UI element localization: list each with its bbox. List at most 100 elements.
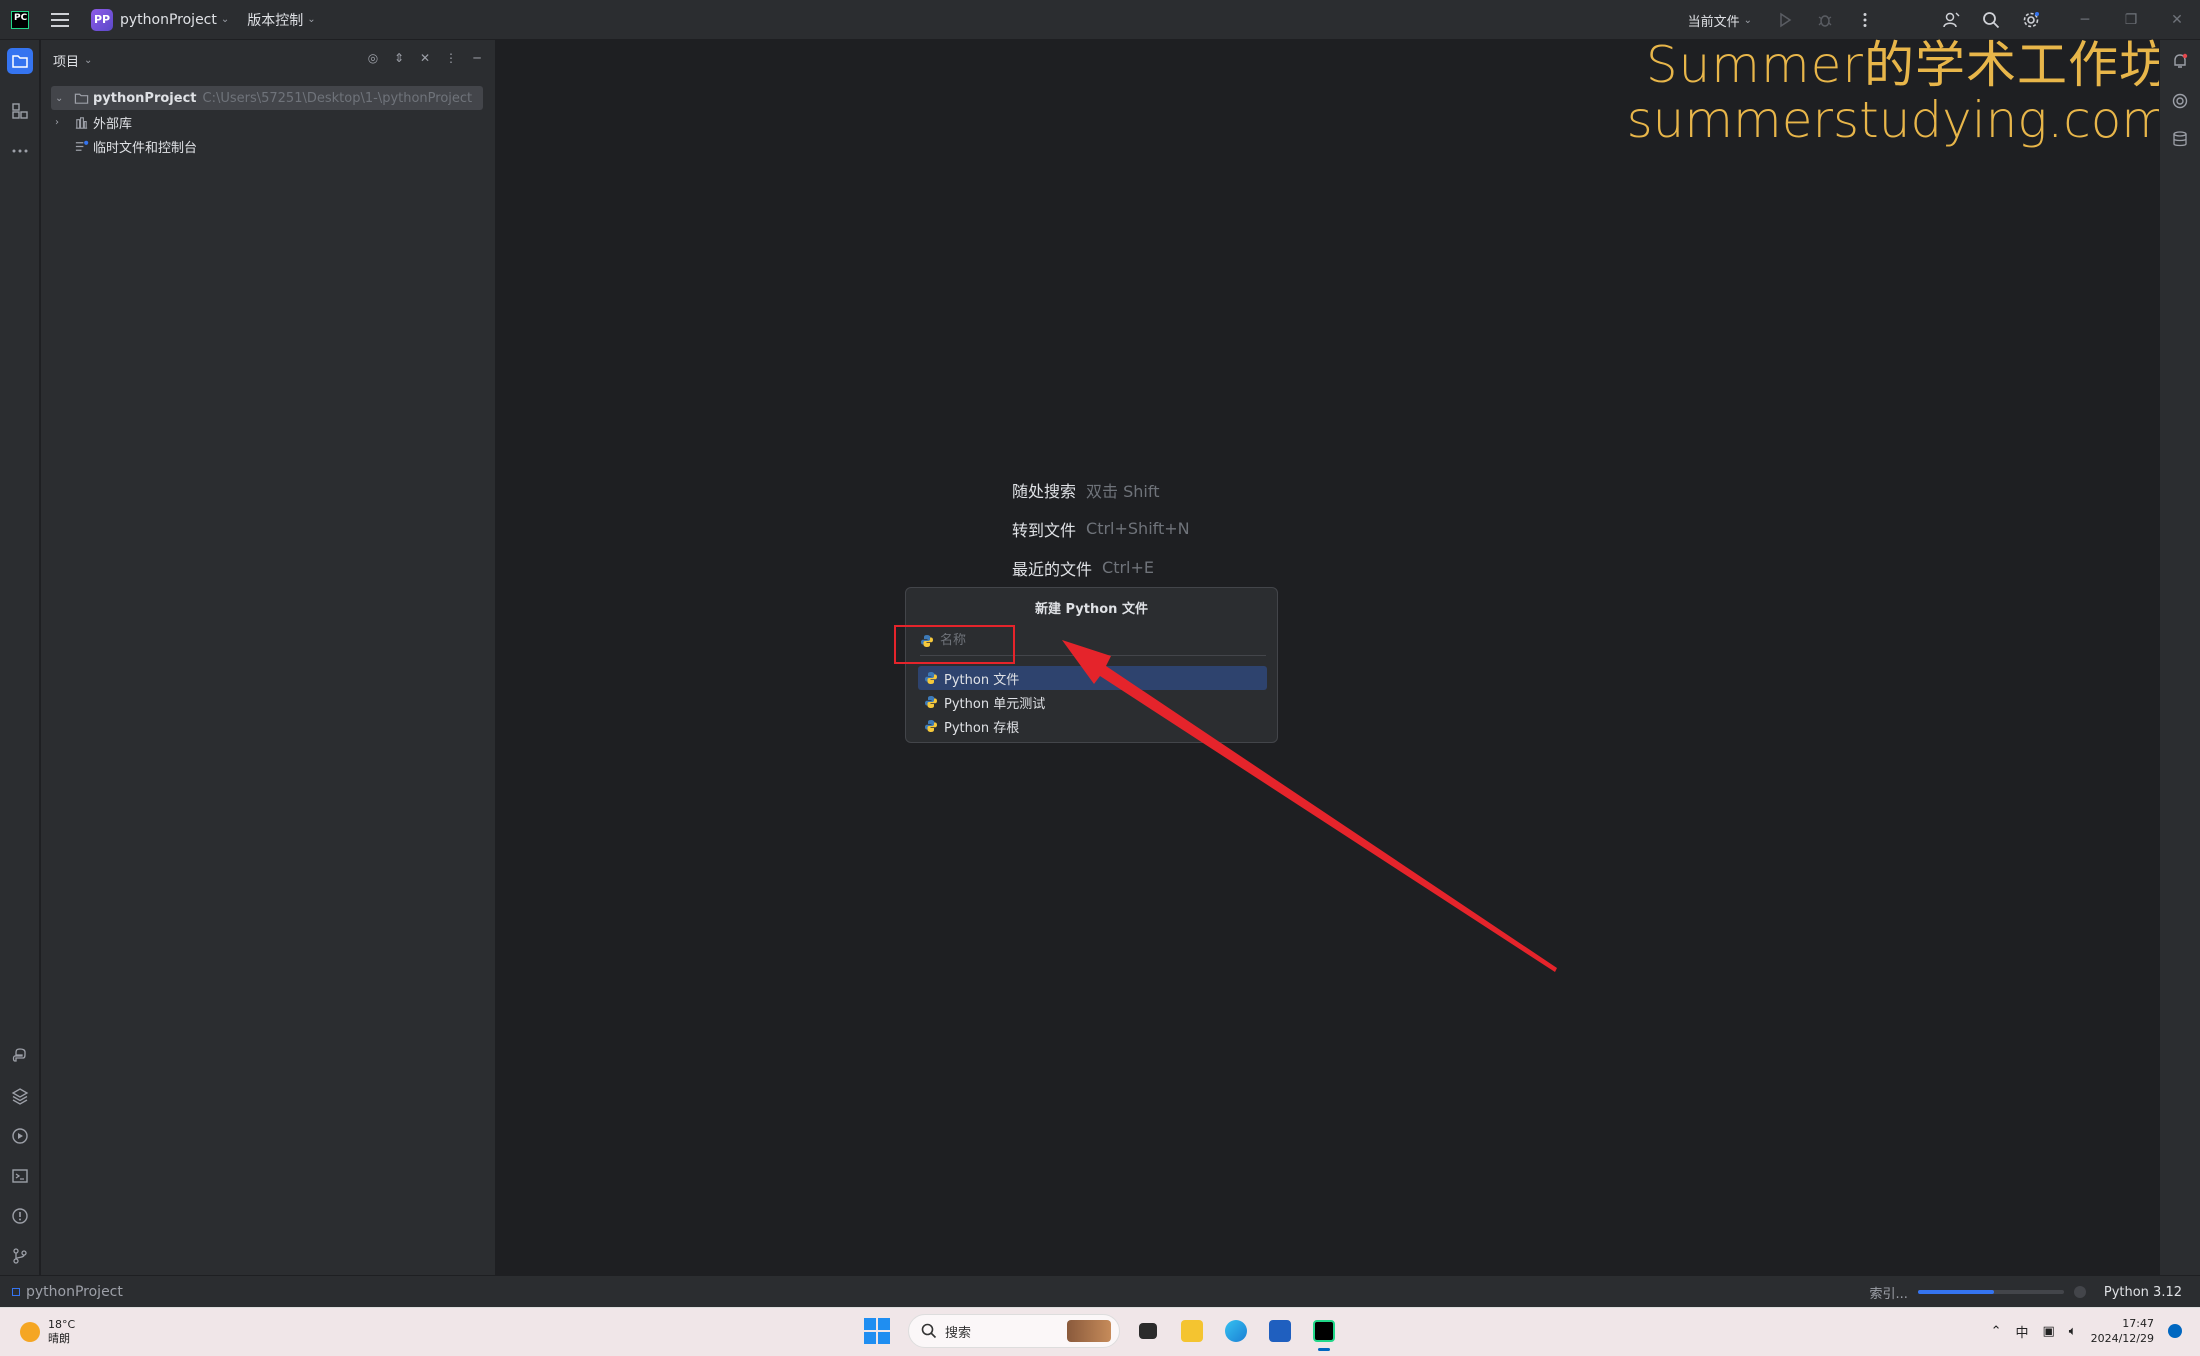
clock-time: 17:47 xyxy=(2122,1317,2154,1330)
file-type-list: Python 文件 Python 单元测试 Python 存根 xyxy=(918,666,1267,738)
ai-assistant-icon[interactable] xyxy=(2171,92,2189,110)
python-icon xyxy=(925,696,937,708)
pause-indexing-icon[interactable] xyxy=(2073,1286,2086,1298)
file-type-python-unittest[interactable]: Python 单元测试 xyxy=(918,690,1267,714)
watermark: Summer的学术工作坊 summerstudying.com xyxy=(1627,38,2170,148)
structure-icon[interactable] xyxy=(7,98,33,124)
notifications-icon[interactable] xyxy=(2171,52,2189,70)
minimize-icon[interactable]: ─ xyxy=(2062,0,2108,40)
status-bar: pythonProject 索引... Python 3.12 xyxy=(0,1275,2200,1307)
more-tools-icon[interactable] xyxy=(7,138,33,164)
python-icon xyxy=(925,672,937,684)
terminal-icon[interactable] xyxy=(7,1163,33,1189)
network-icon[interactable]: ▣ xyxy=(2042,1324,2054,1339)
weather-condition: 晴朗 xyxy=(48,1332,70,1345)
right-tool-strip xyxy=(2159,40,2200,1275)
options-icon[interactable]: ⋮ xyxy=(443,50,459,66)
edge-browser-icon[interactable] xyxy=(1220,1315,1252,1347)
tree-item-external-libraries[interactable]: › 外部库 xyxy=(41,110,495,134)
taskbar-search[interactable]: 搜索 xyxy=(908,1314,1120,1348)
debug-icon[interactable] xyxy=(1816,11,1834,29)
git-branch-icon[interactable] xyxy=(7,1243,33,1269)
search-highlight-image xyxy=(1067,1320,1111,1342)
hint-search-everywhere: 随处搜索 双击 Shift xyxy=(1012,470,1190,509)
project-panel-title: 项目 xyxy=(53,54,80,70)
tree-item-project-root[interactable]: ⌄ pythonProject C:\Users\57251\Desktop\1… xyxy=(51,86,483,110)
file-type-label: Python 文件 xyxy=(944,672,1020,688)
close-icon[interactable]: ✕ xyxy=(2154,0,2200,40)
search-icon xyxy=(921,1323,937,1339)
watermark-line-1: Summer的学术工作坊 xyxy=(1645,36,2170,94)
pycharm-taskbar-icon[interactable] xyxy=(1308,1315,1340,1351)
chevron-down-icon[interactable]: ⌄ xyxy=(55,93,67,104)
vcs-label: 版本控制 xyxy=(247,12,304,29)
restore-icon[interactable]: ❐ xyxy=(2108,0,2154,40)
chevron-down-icon: ⌄ xyxy=(220,14,230,25)
problems-icon[interactable] xyxy=(7,1203,33,1229)
windows-start-icon[interactable] xyxy=(864,1318,890,1344)
python-interpreter[interactable]: Python 3.12 xyxy=(2104,1285,2182,1300)
file-explorer-icon[interactable] xyxy=(1176,1315,1208,1347)
sun-icon xyxy=(20,1322,40,1342)
notification-bell-icon[interactable] xyxy=(2168,1324,2182,1338)
volume-icon[interactable]: 🔈︎ xyxy=(2069,1324,2077,1339)
python-icon xyxy=(925,720,937,732)
clock-date: 2024/12/29 xyxy=(2090,1332,2154,1345)
locate-file-icon[interactable]: ◎ xyxy=(365,50,381,66)
run-icon[interactable] xyxy=(1776,11,1794,29)
chevron-up-icon[interactable]: ⌃ xyxy=(1991,1324,2002,1339)
scratch-file-icon xyxy=(73,138,89,154)
hint-label: 随处搜索 xyxy=(1012,481,1077,501)
expand-all-icon[interactable]: ⇕ xyxy=(391,50,407,66)
hint-shortcut: 双击 Shift xyxy=(1086,481,1160,501)
search-icon[interactable] xyxy=(1982,11,2000,29)
project-tool-window: 项目 ⌄ ◎ ⇕ ✕ ⋮ ─ ⌄ pythonProject C:\Users\… xyxy=(41,40,496,1275)
task-view-icon[interactable] xyxy=(1132,1315,1164,1347)
indexing-progress-bar xyxy=(1917,1290,2064,1294)
file-type-label: Python 单元测试 xyxy=(944,696,1046,712)
tree-item-scratches[interactable]: 临时文件和控制台 xyxy=(41,134,495,158)
python-packages-icon[interactable] xyxy=(7,1043,33,1069)
settings-gear-icon[interactable] xyxy=(2022,11,2040,29)
chevron-right-icon[interactable]: › xyxy=(55,117,67,128)
input-method[interactable]: 中 xyxy=(2015,1322,2028,1341)
tree-item-label: 临时文件和控制台 xyxy=(93,140,198,156)
project-folder-icon[interactable] xyxy=(7,48,33,74)
project-badge[interactable]: PP xyxy=(91,8,113,31)
database-icon[interactable] xyxy=(2171,130,2189,148)
status-project-name: pythonProject xyxy=(26,1283,123,1300)
run-config-selector[interactable]: 当前文件 ⌄ xyxy=(1688,11,1752,30)
hide-panel-icon[interactable]: ─ xyxy=(469,50,485,66)
vcs-menu[interactable]: 版本控制 ⌄ xyxy=(247,10,315,30)
collapse-all-icon[interactable]: ✕ xyxy=(417,50,433,66)
file-type-python-stub[interactable]: Python 存根 xyxy=(918,714,1267,738)
popup-title: 新建 Python 文件 xyxy=(1035,602,1148,617)
tree-item-path: C:\Users\57251\Desktop\1-\pythonProject xyxy=(202,90,473,106)
status-project[interactable]: pythonProject xyxy=(12,1284,123,1300)
weather-widget[interactable]: 18°C 晴朗 xyxy=(20,1318,75,1346)
microsoft-store-icon[interactable] xyxy=(1264,1315,1296,1347)
library-icon xyxy=(73,114,89,130)
pycharm-logo-icon: PC xyxy=(11,10,29,29)
main-menu-icon[interactable] xyxy=(51,12,69,27)
indexing-label: 索引... xyxy=(1869,1286,1908,1302)
clock[interactable]: 17:47 2024/12/29 xyxy=(2091,1316,2154,1346)
services-run-icon[interactable] xyxy=(7,1123,33,1149)
windows-taskbar: 18°C 晴朗 搜索 ⌃ 中 ▣ 🔈︎ 17:47 2024/12/29 xyxy=(0,1307,2200,1356)
file-type-python-file[interactable]: Python 文件 xyxy=(918,666,1267,690)
tree-item-label: pythonProject xyxy=(93,90,197,106)
left-tool-strip xyxy=(0,40,40,1275)
project-switcher[interactable]: pythonProject ⌄ xyxy=(120,12,229,28)
run-config-label: 当前文件 xyxy=(1687,14,1740,30)
project-name: pythonProject xyxy=(120,11,217,28)
code-with-me-icon[interactable] xyxy=(1942,11,1960,29)
more-actions-icon[interactable] xyxy=(1856,11,1874,29)
chevron-down-icon: ⌄ xyxy=(307,14,316,25)
hint-label: 最近的文件 xyxy=(1012,559,1093,579)
new-python-file-popup: 新建 Python 文件 Python 文件 Python 单元测试 Pytho… xyxy=(905,587,1278,743)
chevron-down-icon: ⌄ xyxy=(1743,14,1752,26)
tree-item-label: 外部库 xyxy=(93,116,133,132)
project-tree: ⌄ pythonProject C:\Users\57251\Desktop\1… xyxy=(41,86,495,158)
hint-shortcut: Ctrl+E xyxy=(1102,558,1154,577)
layers-icon[interactable] xyxy=(7,1083,33,1109)
